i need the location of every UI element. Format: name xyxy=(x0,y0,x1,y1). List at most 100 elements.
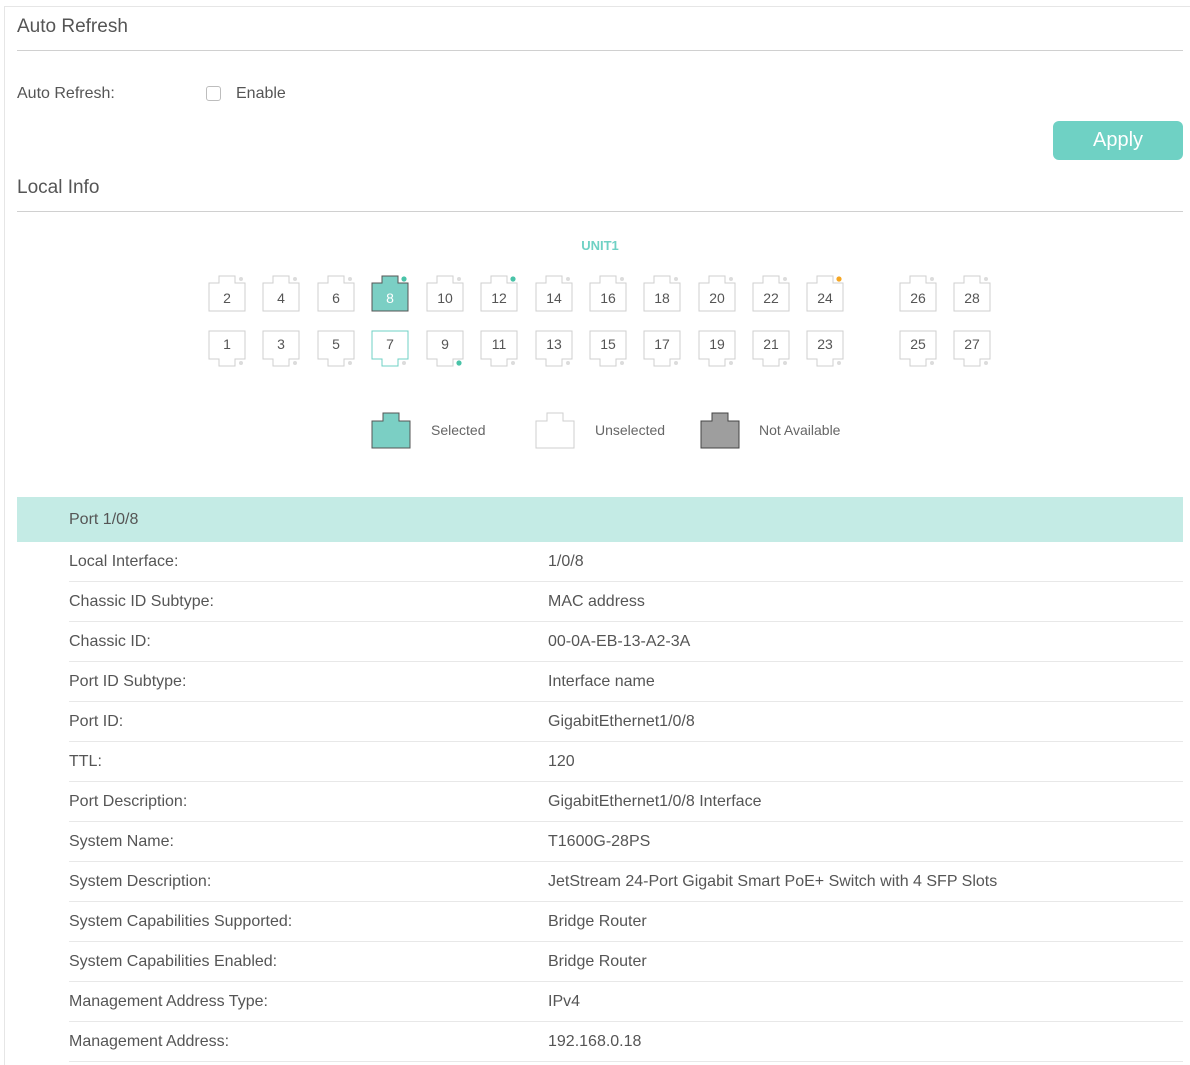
port-27[interactable]: 27 xyxy=(953,330,991,368)
table-row: Management Address: 192.168.0.18 xyxy=(69,1022,1183,1062)
port-2[interactable]: 2 xyxy=(208,274,246,312)
port-5[interactable]: 5 xyxy=(317,330,355,368)
row-label: Management Address: xyxy=(69,1033,230,1050)
port-number: 20 xyxy=(709,290,725,306)
auto-refresh-label: Auto Refresh: xyxy=(17,85,115,102)
port-14[interactable]: 14 xyxy=(535,274,573,312)
frame-top-border xyxy=(4,6,1190,7)
row-value: 120 xyxy=(548,753,575,770)
port-20[interactable]: 20 xyxy=(698,274,736,312)
port-23[interactable]: 23 xyxy=(806,330,844,368)
row-value: JetStream 24-Port Gigabit Smart PoE+ Swi… xyxy=(548,873,998,890)
port-15[interactable]: 15 xyxy=(589,330,627,368)
row-label: TTL: xyxy=(69,753,102,770)
port-4[interactable]: 4 xyxy=(262,274,300,312)
port-6[interactable]: 6 xyxy=(317,274,355,312)
row-value: Bridge Router xyxy=(548,913,647,930)
port-number: 7 xyxy=(386,336,394,352)
port-number: 16 xyxy=(600,290,616,306)
port-number: 18 xyxy=(654,290,670,306)
legend-unselected-icon xyxy=(535,411,575,454)
port-8[interactable]: 8 xyxy=(371,274,409,312)
row-label: Chassic ID: xyxy=(69,633,151,650)
section-divider xyxy=(17,211,1183,212)
port-number: 3 xyxy=(277,336,285,352)
port-28[interactable]: 28 xyxy=(953,274,991,312)
port-13[interactable]: 13 xyxy=(535,330,573,368)
port-21[interactable]: 21 xyxy=(752,330,790,368)
auto-refresh-section-title: Auto Refresh xyxy=(17,16,128,37)
port-3[interactable]: 3 xyxy=(262,330,300,368)
row-label: Port ID: xyxy=(69,713,124,730)
port-detail-table: Port 1/0/8 Local Interface: 1/0/8 Chassic … xyxy=(17,497,1183,1062)
table-row: System Name: T1600G-28PS xyxy=(69,822,1183,862)
table-row: Local Interface: 1/0/8 xyxy=(69,542,1183,582)
port-12[interactable]: 12 xyxy=(480,274,518,312)
port-7[interactable]: 7 xyxy=(371,330,409,368)
table-row: System Capabilities Supported: Bridge Rou… xyxy=(69,902,1183,942)
table-row: System Description: JetStream 24-Port Gig… xyxy=(69,862,1183,902)
local-info-section-title: Local Info xyxy=(17,177,100,198)
port-1[interactable]: 1 xyxy=(208,330,246,368)
port-11[interactable]: 11 xyxy=(480,330,518,368)
port-number: 27 xyxy=(964,336,980,352)
port-16[interactable]: 16 xyxy=(589,274,627,312)
port-number: 8 xyxy=(386,290,394,306)
port-18[interactable]: 18 xyxy=(643,274,681,312)
port-9[interactable]: 9 xyxy=(426,330,464,368)
port-number: 25 xyxy=(910,336,926,352)
row-label: System Capabilities Supported: xyxy=(69,913,293,930)
port-19[interactable]: 19 xyxy=(698,330,736,368)
port-number: 23 xyxy=(817,336,833,352)
port-number: 12 xyxy=(491,290,507,306)
port-detail-rows: Local Interface: 1/0/8 Chassic ID Subtype:… xyxy=(17,542,1183,1062)
row-label: Local Interface: xyxy=(69,553,179,570)
port-number: 26 xyxy=(910,290,926,306)
table-row: Management Address Type: IPv4 xyxy=(69,982,1183,1022)
enable-label[interactable]: Enable xyxy=(236,85,286,103)
port-26[interactable]: 26 xyxy=(899,274,937,312)
row-label: Port Description: xyxy=(69,793,188,810)
port-10[interactable]: 10 xyxy=(426,274,464,312)
port-number: 10 xyxy=(437,290,453,306)
table-row: Port ID Subtype: Interface name xyxy=(69,662,1183,702)
section-divider xyxy=(17,50,1183,51)
table-row: Chassic ID Subtype: MAC address xyxy=(69,582,1183,622)
row-value: 192.168.0.18 xyxy=(548,1033,642,1050)
row-label: System Capabilities Enabled: xyxy=(69,953,278,970)
auto-refresh-enable-checkbox[interactable] xyxy=(206,86,221,101)
port-17[interactable]: 17 xyxy=(643,330,681,368)
port-number: 9 xyxy=(441,336,449,352)
row-label: System Name: xyxy=(69,833,174,850)
table-row: Port ID: GigabitEthernet1/0/8 xyxy=(69,702,1183,742)
row-value: 00-0A-EB-13-A2-3A xyxy=(548,633,691,650)
port-24[interactable]: 24 xyxy=(806,274,844,312)
row-value: MAC address xyxy=(548,593,645,610)
port-25[interactable]: 25 xyxy=(899,330,937,368)
table-row: Chassic ID: 00-0A-EB-13-A2-3A xyxy=(69,622,1183,662)
row-value: 1/0/8 xyxy=(548,553,584,570)
port-number: 5 xyxy=(332,336,340,352)
row-label: System Description: xyxy=(69,873,212,890)
port-number: 13 xyxy=(546,336,562,352)
table-row: System Capabilities Enabled: Bridge Route… xyxy=(69,942,1183,982)
port-22[interactable]: 22 xyxy=(752,274,790,312)
port-number: 17 xyxy=(654,336,670,352)
row-value: GigabitEthernet1/0/8 Interface xyxy=(548,793,762,810)
unit-label: UNIT1 xyxy=(581,238,619,253)
table-row: Port Description: GigabitEthernet1/0/8 In… xyxy=(69,782,1183,822)
port-number: 24 xyxy=(817,290,833,306)
port-number: 4 xyxy=(277,290,285,306)
port-number: 22 xyxy=(763,290,779,306)
legend-not-available-icon xyxy=(700,411,740,454)
row-value: IPv4 xyxy=(548,993,581,1010)
port-number: 1 xyxy=(223,336,231,352)
port-number: 2 xyxy=(223,290,231,306)
row-value: Interface name xyxy=(548,673,655,690)
row-label: Management Address Type: xyxy=(69,993,268,1010)
port-number: 11 xyxy=(491,336,507,352)
frame-left-border xyxy=(4,6,5,1065)
apply-button[interactable]: Apply xyxy=(1053,121,1183,160)
port-detail-header: Port 1/0/8 xyxy=(17,497,1183,542)
port-number: 6 xyxy=(332,290,340,306)
